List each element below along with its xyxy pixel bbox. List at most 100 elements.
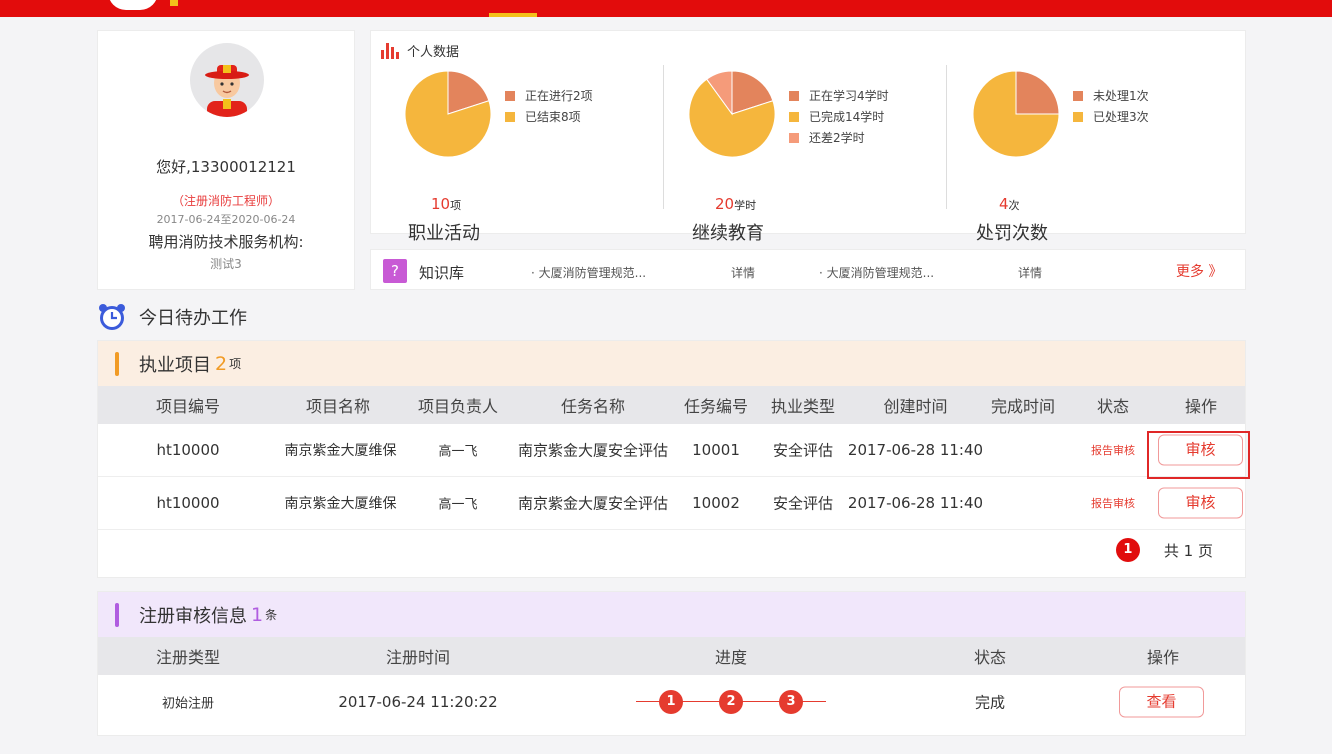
top-nav-bar	[0, 0, 1332, 17]
section-count-unit: 条	[265, 608, 278, 622]
personal-data-header: 个人数据	[381, 41, 459, 60]
column-header: 执业类型	[770, 397, 835, 416]
column-header: 操作	[1146, 648, 1179, 667]
stat-name: 继续教育	[692, 223, 764, 244]
project-owner: 高一飞	[438, 497, 478, 513]
alarm-clock-icon	[97, 303, 127, 331]
todo-header: 今日待办工作	[97, 303, 247, 331]
practice-type: 安全评估	[772, 441, 833, 460]
column-header: 状态	[973, 648, 1006, 667]
logo-accent	[170, 0, 178, 6]
employer-label: 聘用消防技术服务机构:	[148, 233, 304, 251]
todo-title: 今日待办工作	[139, 308, 247, 329]
legend-swatch	[505, 111, 515, 122]
task-number: 10002	[692, 494, 740, 512]
section-title: 注册审核信息	[139, 605, 247, 627]
section-count: 2	[215, 352, 228, 375]
pie-legend: 正在进行2项 已结束8项	[505, 85, 593, 127]
legend-swatch	[1073, 111, 1083, 122]
registration-type: 初始注册	[161, 696, 214, 711]
column-header: 项目编号	[155, 397, 220, 416]
firefighter-avatar	[190, 43, 264, 117]
table-row: 初始注册 2017-06-24 11:20:22 1 2 3 完成 查看	[98, 675, 1245, 728]
section-count-unit: 项	[229, 357, 242, 371]
pie-chart	[404, 70, 492, 158]
column-header: 状态	[1096, 397, 1129, 416]
column-header: 进度	[714, 648, 747, 667]
kb-detail-link[interactable]: 详情	[731, 264, 755, 281]
column-header: 任务编号	[683, 397, 748, 416]
total-pages: 共 1 页	[1163, 541, 1213, 560]
user-greeting: 您好,13300012121	[156, 158, 296, 176]
column-header: 操作	[1184, 397, 1217, 416]
registration-time: 2017-06-24 11:20:22	[338, 692, 498, 711]
personal-data-title: 个人数据	[407, 45, 460, 60]
column-header: 注册类型	[155, 648, 220, 667]
registration-period: 2017-06-24至2020-06-24	[156, 213, 296, 226]
kb-article-link[interactable]: · 大厦消防管理规范...	[531, 264, 646, 281]
kb-detail-link[interactable]: 详情	[1018, 264, 1042, 281]
task-name: 南京紫金大厦安全评估	[517, 494, 668, 513]
section-accent-bar	[115, 351, 119, 376]
pie-chart	[688, 70, 776, 158]
page-number-button[interactable]: 1	[1115, 538, 1140, 562]
section-header: 注册审核信息 1 条	[98, 592, 1245, 637]
stat-count: 4次	[999, 195, 1020, 213]
section-accent-bar	[115, 602, 119, 627]
column-header: 项目负责人	[417, 397, 498, 416]
project-number: ht10000	[156, 494, 220, 512]
created-time: 2017-06-28 11:40	[847, 494, 984, 512]
pie-slice	[1015, 70, 1060, 115]
more-link[interactable]: 更多 》	[1176, 261, 1222, 281]
stat-continuing-education: 正在学习4学时 已完成14学时 还差2学时 20学时 继续教育	[655, 69, 935, 244]
section-header: 执业项目 2 项	[98, 341, 1245, 386]
column-header: 项目名称	[305, 397, 370, 416]
table-row: ht10000 南京紫金大厦维保 高一飞 南京紫金大厦安全评估 10001 安全…	[98, 424, 1245, 477]
section-count: 1	[251, 603, 264, 626]
progress-step: 1	[659, 689, 683, 714]
legend-swatch	[789, 132, 799, 143]
practice-type: 安全评估	[772, 494, 833, 513]
stat-penalties: 未处理1次 已处理3次 4次 处罚次数	[939, 69, 1219, 244]
employer-value: 测试3	[210, 257, 242, 271]
legend-swatch	[1073, 90, 1083, 101]
column-header: 注册时间	[385, 648, 450, 667]
question-icon: ?	[383, 259, 407, 283]
view-button[interactable]: 查看	[1119, 686, 1204, 717]
legend-item: 还差2学时	[789, 127, 889, 148]
user-role: （注册消防工程师）	[171, 194, 280, 208]
legend-item: 正在进行2项	[505, 85, 593, 106]
legend-item: 未处理1次	[1073, 85, 1149, 106]
pie-legend: 正在学习4学时 已完成14学时 还差2学时	[789, 85, 889, 148]
stat-name: 处罚次数	[976, 223, 1048, 244]
progress-step: 3	[779, 689, 803, 714]
project-name: 南京紫金大厦维保	[284, 443, 397, 459]
project-number: ht10000	[156, 441, 220, 459]
stat-count: 10项	[431, 195, 462, 213]
column-header: 任务名称	[560, 397, 625, 416]
kb-article-link[interactable]: · 大厦消防管理规范...	[819, 264, 934, 281]
pie-chart	[972, 70, 1060, 158]
highlight-frame	[1147, 431, 1250, 479]
practice-projects-section: 执业项目 2 项 项目编号 项目名称 项目负责人 任务名称 任务编号 执业类型 …	[97, 340, 1246, 578]
legend-swatch	[505, 90, 515, 101]
task-number: 10001	[692, 441, 740, 459]
progress-step: 2	[719, 689, 743, 714]
progress-steps: 1 2 3	[636, 689, 826, 714]
pie-legend: 未处理1次 已处理3次	[1073, 85, 1149, 127]
personal-data-card: 个人数据 正在进行2项 已结束8项 10项 职业活动 正在学习4学时 已完成14…	[370, 30, 1246, 244]
legend-item: 已处理3次	[1073, 106, 1149, 127]
project-name: 南京紫金大厦维保	[284, 496, 397, 512]
profile-card: 您好,13300012121 （注册消防工程师） 2017-06-24至2020…	[97, 30, 355, 290]
bar-chart-icon	[381, 42, 399, 59]
table-row: ht10000 南京紫金大厦维保 高一飞 南京紫金大厦安全评估 10002 安全…	[98, 477, 1245, 530]
active-tab-indicator	[489, 13, 537, 17]
table-header: 注册类型 注册时间 进度 状态 操作	[98, 637, 1245, 675]
pagination: 1 共 1 页	[98, 530, 1245, 570]
stat-name: 职业活动	[408, 223, 480, 244]
section-title: 执业项目	[139, 354, 211, 376]
legend-item: 正在学习4学时	[789, 85, 889, 106]
review-button[interactable]: 审核	[1158, 487, 1243, 519]
stat-count: 20学时	[715, 195, 757, 213]
status-badge: 报告审核	[1091, 444, 1135, 457]
